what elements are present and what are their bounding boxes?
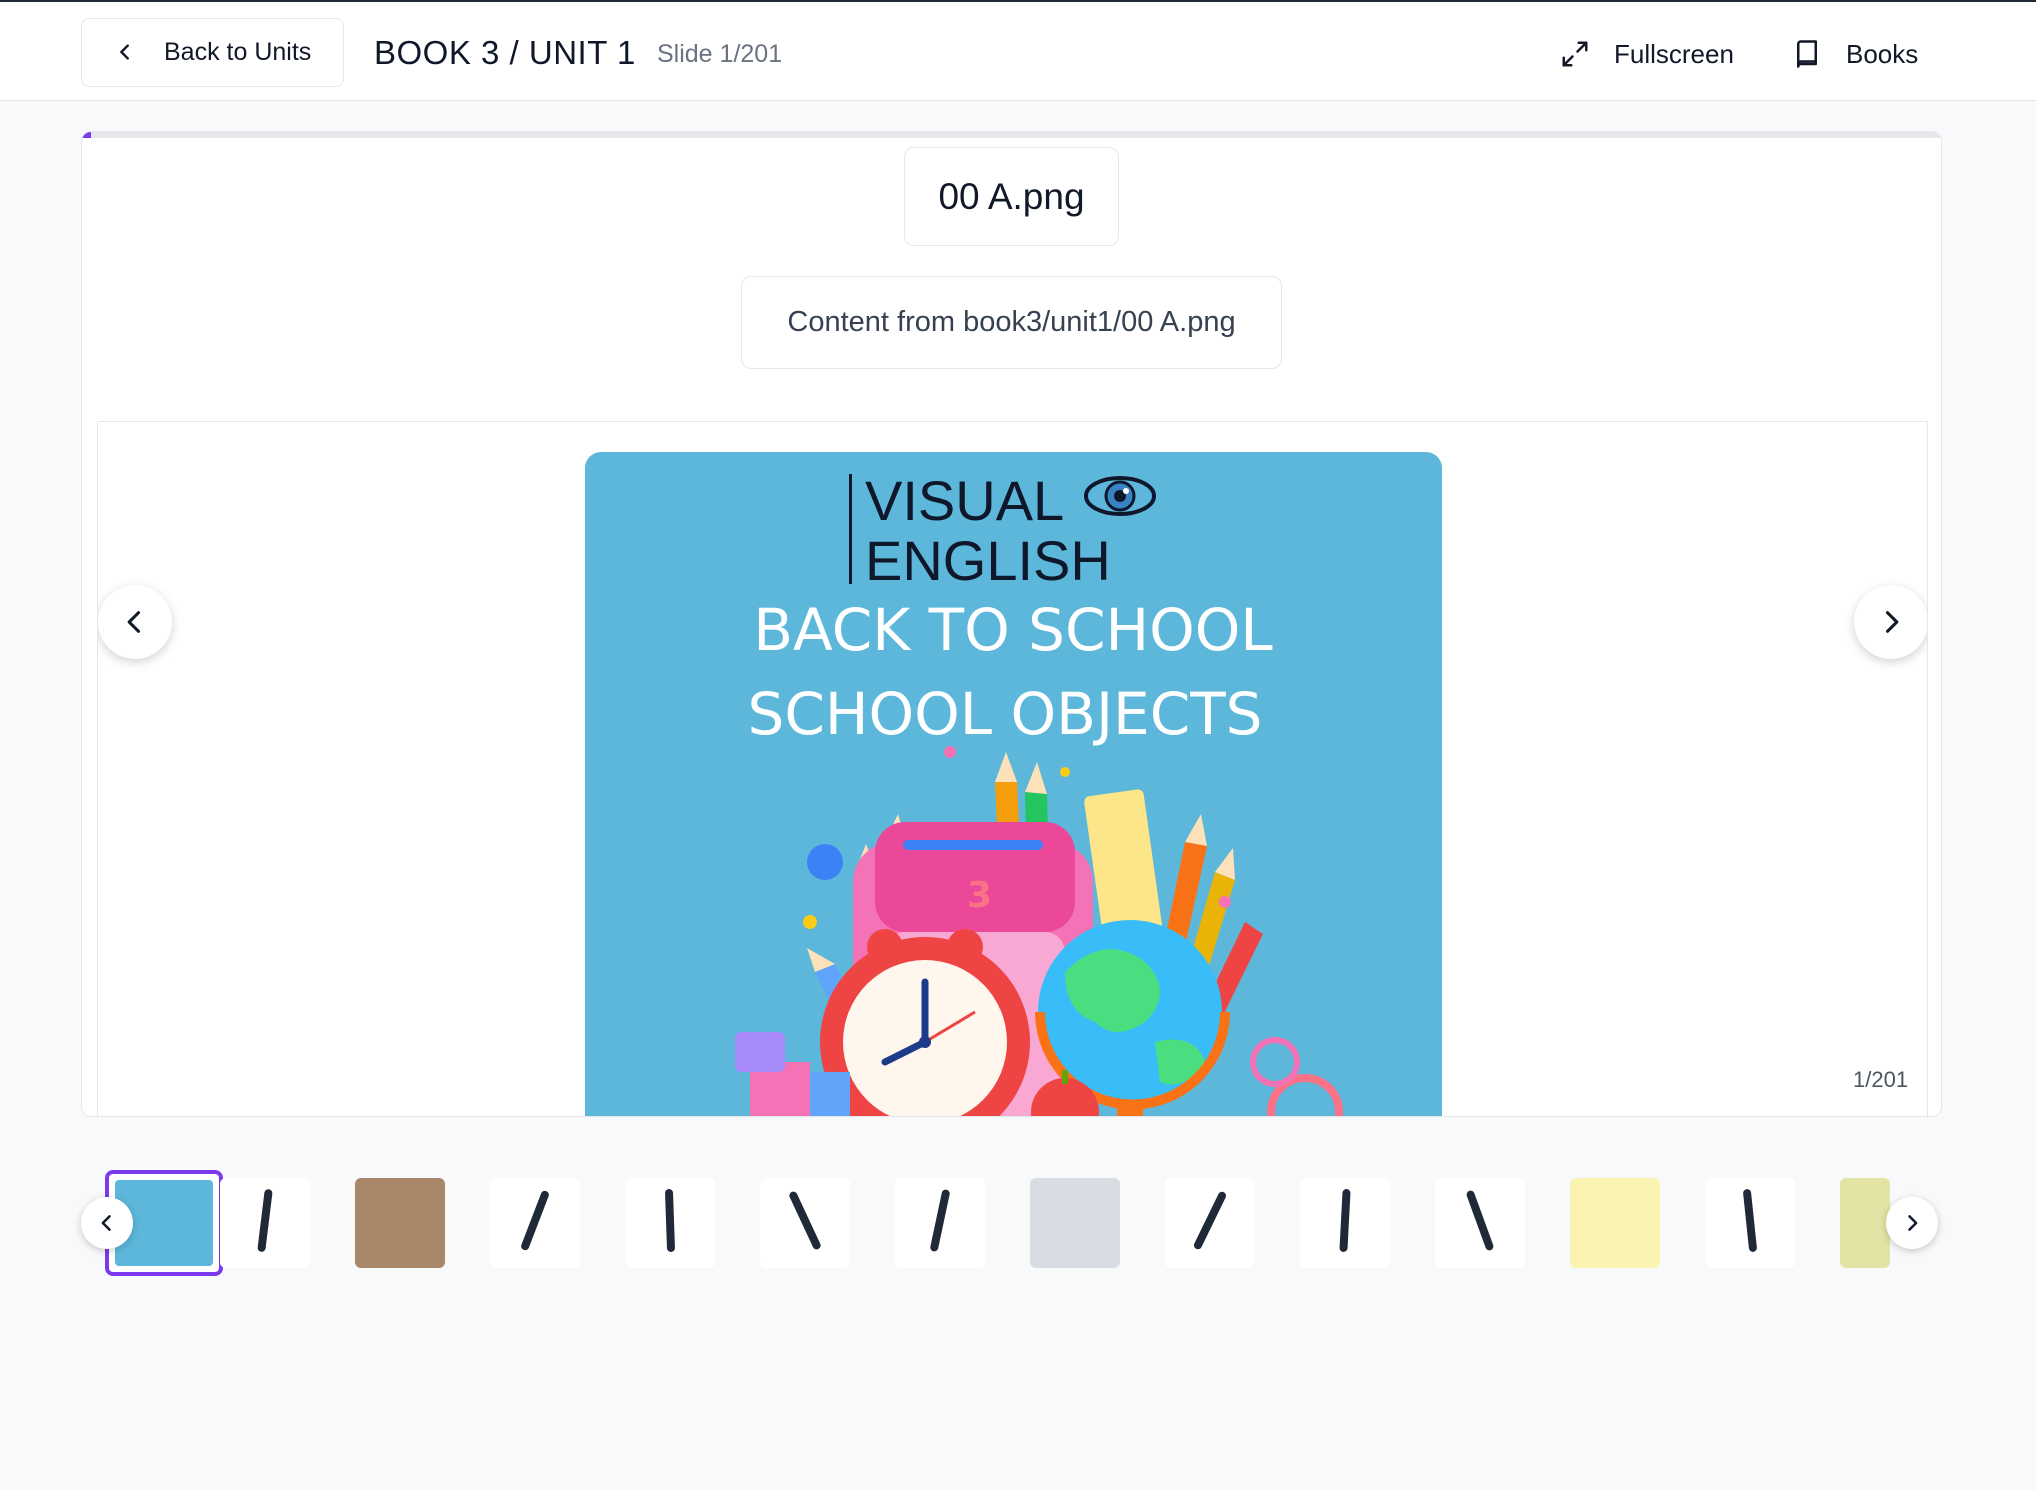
thumbnail-image <box>1435 1188 1525 1268</box>
thumbnail-image <box>1705 1188 1795 1268</box>
thumbnail-image <box>1165 1188 1255 1268</box>
logo-line-2: ENGLISH <box>865 529 1111 592</box>
thumbnail-image <box>895 1188 985 1268</box>
slide-image: VISUAL ENGLISH BACK TO SCHOOL SCHOOL OBJ… <box>585 452 1442 1116</box>
thumbnail-image <box>490 1188 580 1268</box>
thumbnail-image <box>1570 1178 1660 1268</box>
thumbnail-pen-in-hands[interactable] <box>1030 1178 1120 1268</box>
thumbnail-colored-markers[interactable] <box>1435 1178 1525 1268</box>
svg-text:3: 3 <box>967 875 992 916</box>
thumbnail-partial-thumb[interactable] <box>1840 1178 1890 1268</box>
fullscreen-button[interactable]: Fullscreen <box>1560 32 1734 76</box>
thumbnail-strip <box>81 1160 1942 1290</box>
thumbnail-red-figure-pen[interactable] <box>625 1178 715 1268</box>
slide-heading-line-1: BACK TO SCHOOL <box>753 596 1272 664</box>
school-objects-illustration: 3 <box>735 746 1343 1116</box>
next-slide-button[interactable] <box>1854 585 1927 659</box>
chevron-left-icon <box>127 611 141 633</box>
back-to-units-label: Back to Units <box>164 38 312 66</box>
chevron-right-icon <box>1885 611 1899 633</box>
thumbnail-image <box>760 1188 850 1268</box>
thumbnail-image <box>1300 1188 1390 1268</box>
chevron-left-icon <box>101 1215 111 1231</box>
fullscreen-label: Fullscreen <box>1614 38 1734 69</box>
thumbnail-blue-pen[interactable] <box>1165 1178 1255 1268</box>
slide-pager: 1/201 <box>1853 1067 1909 1092</box>
previous-slide-button[interactable] <box>98 585 172 659</box>
slide-file-title: 00 A.png <box>904 147 1119 246</box>
page-title: BOOK 3 / UNIT 1 <box>374 34 636 71</box>
thumbnail-image <box>355 1178 445 1268</box>
book-icon <box>1797 40 1817 68</box>
thumbnail-gel-pens[interactable] <box>1705 1178 1795 1268</box>
thumbnail-unicorn-pen[interactable] <box>490 1178 580 1268</box>
chevron-right-icon <box>1908 1215 1918 1231</box>
slide-counter: Slide 1/201 <box>657 40 783 68</box>
books-label: Books <box>1846 38 1919 69</box>
thumbnail-image <box>625 1188 715 1268</box>
slide-content-caption: Content from book3/unit1/00 A.png <box>741 276 1282 369</box>
logo-line-1: VISUAL <box>865 469 1064 532</box>
thumbnail-image <box>1030 1178 1120 1268</box>
thumbnail-pen-on-yellow[interactable] <box>1570 1178 1660 1268</box>
eye-icon <box>1084 476 1156 516</box>
back-to-units-button[interactable]: Back to Units <box>81 18 344 87</box>
slide-progress-fill <box>82 132 92 138</box>
thumbnail-pen-black[interactable] <box>220 1178 310 1268</box>
slide-viewer: VISUAL ENGLISH BACK TO SCHOOL SCHOOL OBJ… <box>97 421 1928 1116</box>
thumbnails-next-button[interactable] <box>1886 1197 1938 1249</box>
thumbnail-gold-pen[interactable] <box>760 1178 850 1268</box>
slide-progress-bar <box>82 132 1941 138</box>
expand-icon <box>1562 41 1588 67</box>
thumbnail-image <box>220 1188 310 1268</box>
books-button[interactable]: Books <box>1792 32 1918 76</box>
thumbnail-pencils-in-hand[interactable] <box>355 1178 445 1268</box>
thumbnail-parker-pen[interactable] <box>1300 1178 1390 1268</box>
thumbnail-image <box>1840 1178 1890 1268</box>
slide-illustration: VISUAL ENGLISH BACK TO SCHOOL SCHOOL OBJ… <box>735 469 1343 1116</box>
thumbnail-orange-pencil[interactable] <box>895 1178 985 1268</box>
chevron-left-icon <box>120 44 129 60</box>
top-bar: Back to Units BOOK 3 / UNIT 1 Slide 1/20… <box>0 0 2036 101</box>
slide-heading-line-2: SCHOOL OBJECTS <box>748 680 1263 748</box>
slide-card: 00 A.png Content from book3/unit1/00 A.p… <box>81 131 1942 1117</box>
thumbnails-prev-button[interactable] <box>81 1197 133 1249</box>
